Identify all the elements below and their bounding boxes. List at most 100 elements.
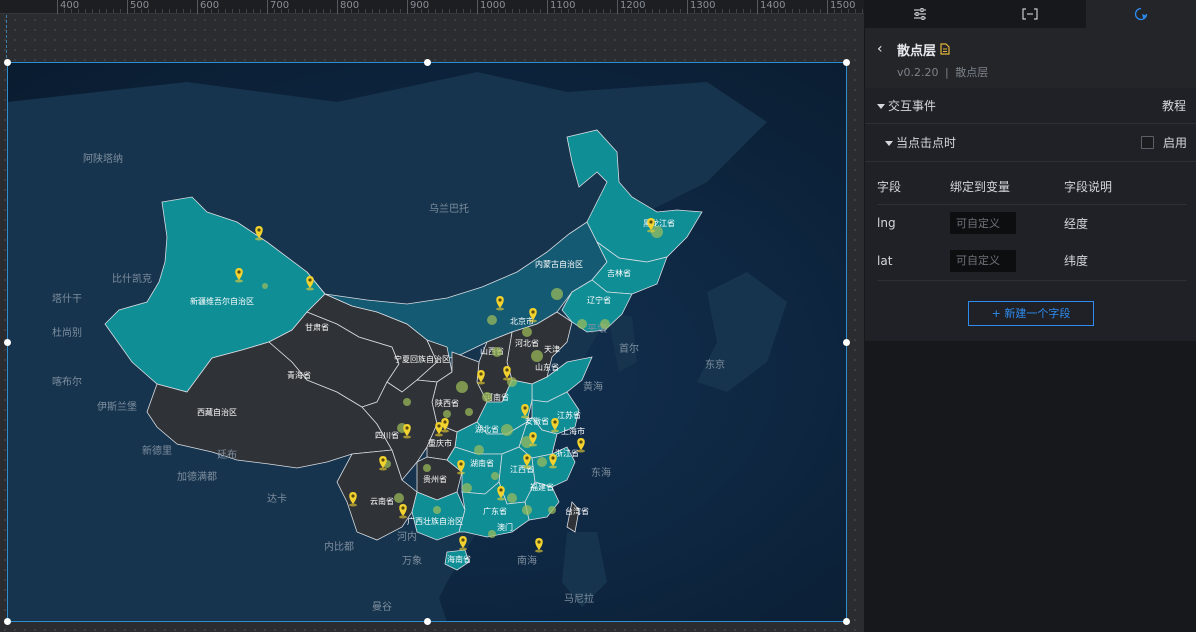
back-arrow-icon[interactable]: ‹ — [877, 41, 891, 57]
map-pin-icon[interactable] — [529, 308, 537, 323]
province-label: 西藏自治区 — [197, 407, 237, 417]
caret-down-icon — [877, 104, 885, 109]
tab-interaction[interactable] — [1085, 0, 1196, 28]
scatter-point[interactable] — [403, 398, 411, 406]
ruler-minor-tick — [834, 9, 835, 13]
scatter-point[interactable] — [262, 283, 268, 289]
map-pin-icon[interactable] — [647, 218, 655, 233]
scatter-point[interactable] — [487, 315, 497, 325]
scatter-point[interactable] — [548, 506, 556, 514]
map-pin-icon[interactable] — [496, 296, 504, 311]
scatter-point[interactable] — [456, 381, 468, 393]
design-canvas[interactable]: 400 500 600 700 800 900 1000 1100 1200 1300 1400 15… — [0, 0, 864, 632]
province-label: 湖南省 — [470, 458, 494, 468]
tab-config[interactable] — [865, 0, 975, 28]
province-label: 内蒙古自治区 — [535, 259, 583, 269]
scatter-point[interactable] — [531, 350, 543, 362]
country-label: 内比都 — [324, 540, 354, 553]
map-pin-icon[interactable] — [459, 536, 467, 551]
scatter-point[interactable] — [522, 505, 532, 515]
scatter-map-widget[interactable]: 新疆维吾尔自治区 西藏自治区 青海省 甘肃省 内蒙古自治区 黑龙江省 吉林省 辽宁省 北京市 天津… — [7, 62, 847, 622]
ruler-major-tick — [687, 0, 688, 14]
country-label: 河内 — [397, 530, 417, 543]
scatter-point[interactable] — [462, 483, 472, 493]
province-label: 陕西省 — [435, 398, 459, 408]
scatter-point[interactable] — [443, 410, 451, 418]
ruler-label: 400 — [60, 0, 80, 11]
ruler-minor-tick — [813, 9, 814, 13]
ruler-minor-tick — [295, 9, 296, 13]
scatter-point[interactable] — [600, 319, 610, 329]
map-pin-icon[interactable] — [457, 460, 465, 475]
country-label: 东京 — [705, 358, 725, 371]
scatter-point[interactable] — [522, 327, 532, 337]
map-pin-icon[interactable] — [551, 418, 559, 433]
tab-data[interactable] — [975, 0, 1085, 28]
map-pin-icon[interactable] — [399, 504, 407, 519]
map-pin-icon[interactable] — [235, 268, 243, 283]
ruler-minor-tick — [330, 9, 331, 13]
column-header-variable: 绑定到变量 — [950, 180, 1011, 195]
ruler-major-tick — [477, 0, 478, 14]
scatter-point[interactable] — [394, 493, 404, 503]
variable-input-lng[interactable] — [950, 212, 1016, 235]
country-label: 乌兰巴托 — [429, 202, 469, 215]
scatter-point[interactable] — [492, 347, 502, 357]
scatter-point[interactable] — [433, 506, 441, 514]
map-pin-icon[interactable] — [497, 486, 505, 501]
tutorial-link[interactable]: 教程 — [1162, 97, 1186, 114]
map-pin-icon[interactable] — [521, 404, 529, 419]
map-pin-icon[interactable] — [477, 370, 485, 385]
scatter-point[interactable] — [501, 424, 513, 436]
ruler-minor-tick — [806, 9, 807, 13]
map-pin-icon[interactable] — [577, 438, 585, 453]
province-label: 台湾省 — [565, 506, 589, 516]
country-label: 黄海 — [583, 380, 603, 393]
map-pin-icon[interactable] — [529, 432, 537, 447]
map-pin-icon[interactable] — [503, 366, 511, 381]
scatter-point[interactable] — [482, 392, 492, 402]
ruler-minor-tick — [435, 9, 436, 13]
map-pin-icon[interactable] — [255, 226, 263, 241]
ruler-minor-tick — [540, 9, 541, 13]
map-pin-icon[interactable] — [403, 424, 411, 439]
document-icon[interactable] — [940, 43, 950, 55]
country-label: 塔什干 — [52, 292, 82, 305]
map-pin-icon[interactable] — [349, 492, 357, 507]
map-pin-icon[interactable] — [435, 422, 443, 437]
scatter-point[interactable] — [491, 472, 499, 480]
ruler-minor-tick — [470, 9, 471, 13]
map-pin-icon[interactable] — [549, 454, 557, 469]
ruler-minor-tick — [603, 9, 604, 13]
scatter-point[interactable] — [488, 530, 496, 538]
ruler-minor-tick — [512, 9, 513, 13]
map-pin-icon[interactable] — [535, 538, 543, 553]
scatter-point[interactable] — [577, 319, 587, 329]
province-label: 江西省 — [510, 464, 534, 474]
ruler-minor-tick — [253, 9, 254, 13]
add-field-button[interactable]: + 新建一个字段 — [968, 300, 1094, 326]
ruler-minor-tick — [694, 9, 695, 13]
scatter-point[interactable] — [423, 464, 431, 472]
map-pin-icon[interactable] — [306, 276, 314, 291]
field-name: lng — [877, 216, 896, 231]
ruler-minor-tick — [708, 9, 709, 13]
sliders-icon — [914, 8, 927, 20]
ruler-minor-tick — [505, 9, 506, 13]
scatter-point[interactable] — [507, 493, 517, 503]
interaction-events-section[interactable]: 交互事件 教程 — [865, 88, 1196, 124]
ruler-major-tick — [617, 0, 618, 14]
ruler-minor-tick — [274, 9, 275, 13]
province-label: 天津 — [544, 344, 560, 354]
scatter-point[interactable] — [537, 457, 547, 467]
scatter-point[interactable] — [551, 288, 563, 300]
scatter-point[interactable] — [465, 408, 473, 416]
scatter-point[interactable] — [474, 445, 484, 455]
map-pin-icon[interactable] — [523, 454, 531, 469]
enable-checkbox[interactable] — [1140, 136, 1154, 149]
ruler-minor-tick — [414, 9, 415, 13]
on-click-point-section[interactable]: 当点击点时 启用 — [865, 124, 1196, 162]
map-pin-icon[interactable] — [379, 456, 387, 471]
variable-input-lat[interactable] — [950, 249, 1016, 272]
province-label: 上海市 — [561, 426, 585, 436]
